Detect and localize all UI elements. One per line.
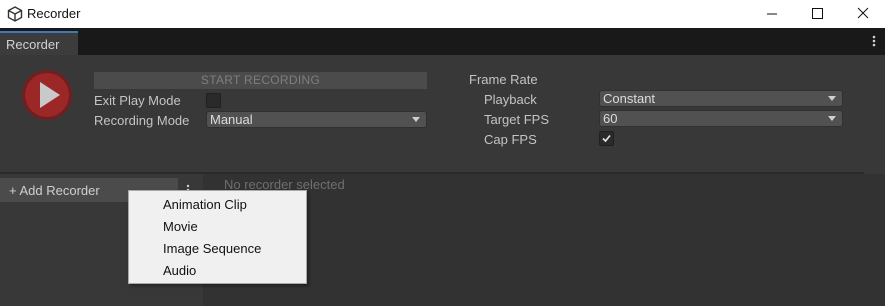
add-recorder-label: + Add Recorder xyxy=(9,183,100,198)
menu-item-animation-clip[interactable]: Animation Clip xyxy=(129,193,306,215)
tab-recorder[interactable]: Recorder xyxy=(0,31,78,55)
exit-play-mode-checkbox[interactable] xyxy=(206,93,221,108)
minimize-icon[interactable] xyxy=(749,0,795,28)
frame-rate-heading: Frame Rate xyxy=(469,72,538,87)
menu-item-label: Movie xyxy=(163,219,198,234)
window-title-bar: Recorder xyxy=(0,0,885,28)
close-icon[interactable] xyxy=(840,0,885,28)
recording-mode-label: Recording Mode xyxy=(94,113,190,128)
target-fps-label: Target FPS xyxy=(484,112,550,127)
menu-item-audio[interactable]: Audio xyxy=(129,259,306,281)
checkmark-icon xyxy=(602,134,611,143)
chevron-down-icon xyxy=(828,116,836,121)
record-button[interactable] xyxy=(22,70,72,120)
menu-item-label: Animation Clip xyxy=(163,197,247,212)
add-recorder-menu: Animation Clip Movie Image Sequence Audi… xyxy=(128,190,307,284)
playback-value: Constant xyxy=(603,91,656,106)
window-title: Recorder xyxy=(27,6,81,21)
tab-strip: Recorder xyxy=(0,28,885,55)
chevron-down-icon xyxy=(828,96,836,101)
playback-label: Playback xyxy=(484,92,537,107)
kebab-menu-icon[interactable] xyxy=(868,33,880,49)
menu-item-image-sequence[interactable]: Image Sequence xyxy=(129,237,306,259)
play-icon xyxy=(40,82,60,108)
maximize-icon[interactable] xyxy=(794,0,840,28)
cap-fps-label: Cap FPS xyxy=(484,132,537,147)
target-fps-dropdown[interactable]: 60 xyxy=(599,110,843,127)
start-recording-button[interactable]: START RECORDING xyxy=(94,72,427,89)
menu-item-movie[interactable]: Movie xyxy=(129,215,306,237)
recording-mode-dropdown[interactable]: Manual xyxy=(206,111,427,128)
cap-fps-checkbox[interactable] xyxy=(599,131,614,146)
unity-icon xyxy=(7,6,23,22)
exit-play-mode-label: Exit Play Mode xyxy=(94,93,181,108)
target-fps-value: 60 xyxy=(603,111,618,126)
menu-item-label: Audio xyxy=(163,263,197,278)
playback-dropdown[interactable]: Constant xyxy=(599,90,843,107)
tab-label: Recorder xyxy=(6,37,60,52)
recording-mode-value: Manual xyxy=(210,112,253,127)
menu-item-label: Image Sequence xyxy=(163,241,262,256)
chevron-down-icon xyxy=(412,117,420,122)
